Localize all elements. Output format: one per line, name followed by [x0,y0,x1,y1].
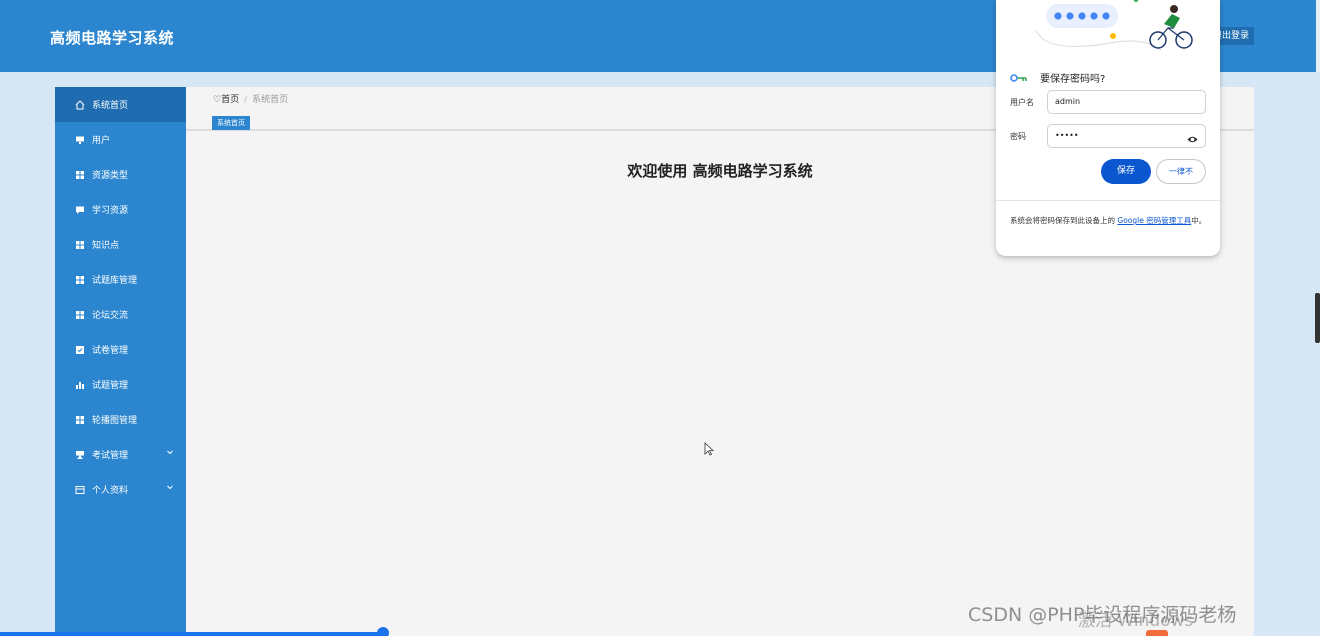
sidebar-item-label: 试题库管理 [92,276,138,286]
password-field[interactable]: ••••• [1047,124,1206,148]
header-edge [1316,0,1320,72]
sidebar-item-resource-types[interactable]: 资源类型 [55,157,186,192]
never-button[interactable]: 一律不 [1156,159,1206,184]
sidebar-item-label: 知识点 [92,241,120,251]
sidebar-item-label: 考试管理 [92,451,129,461]
dialog-footnote: 系统会将密码保存到此设备上的 Google 密码管理工具中。 [1010,214,1208,228]
chat-icon [75,205,85,215]
sidebar-item-forum[interactable]: 论坛交流 [55,297,186,332]
progress-handle[interactable] [377,627,389,636]
username-label: 用户名 [1010,98,1034,107]
taskbar-app-indicator [1146,630,1168,636]
monitor-icon [75,135,85,145]
grid-icon [75,415,85,425]
grid-icon [75,170,85,180]
card-icon [75,485,85,495]
sidebar-item-carousel[interactable]: 轮播图管理 [55,402,186,437]
cyclist-illustration [1035,0,1193,51]
sidebar-item-label: 试题管理 [92,381,129,391]
dialog-header: 要保存密码吗? [1010,68,1105,87]
sidebar-item-label: 个人资料 [92,486,129,496]
sidebar-item-label: 系统首页 [92,101,129,111]
mouse-cursor-icon [704,441,715,460]
sidebar-item-learning-resources[interactable]: 学习资源 [55,192,186,227]
sidebar-item-exams[interactable]: 考试管理 [55,437,186,472]
sidebar-item-label: 论坛交流 [92,311,129,321]
heart-icon: ♡ [213,95,222,105]
dialog-divider [996,200,1220,201]
sidebar-item-label: 资源类型 [92,171,129,181]
sidebar: 系统首页 用户 资源类型 学习资源 知识点 试题库管理 论坛交流 试卷管理 试题… [55,87,186,636]
sidebar-item-question-bank[interactable]: 试题库管理 [55,262,186,297]
password-label: 密码 [1010,132,1026,141]
sidebar-item-questions[interactable]: 试题管理 [55,367,186,402]
breadcrumb: ♡首页 / 系统首页 [213,92,288,105]
scrollbar-thumb[interactable] [1315,293,1320,343]
sidebar-item-label: 学习资源 [92,206,129,216]
sidebar-item-knowledge-points[interactable]: 知识点 [55,227,186,262]
breadcrumb-current: 系统首页 [252,95,289,105]
sidebar-item-label: 轮播图管理 [92,416,138,426]
cup-icon [75,450,85,460]
username-field[interactable]: admin [1047,90,1206,114]
save-button[interactable]: 保存 [1101,159,1151,184]
sidebar-item-label: 试卷管理 [92,346,129,356]
progress-bar [0,632,383,636]
key-icon [1010,68,1028,87]
dialog-title: 要保存密码吗? [1040,74,1106,85]
footnote-suffix: 中。 [1191,216,1207,225]
save-password-dialog: 要保存密码吗? 用户名 admin 密码 ••••• 保存 一律不 系统会将密码… [996,0,1220,256]
breadcrumb-separator: / [244,95,248,105]
sidebar-item-papers[interactable]: 试卷管理 [55,332,186,367]
grid-icon [75,275,85,285]
home-icon [75,99,85,110]
password-manager-link[interactable]: Google 密码管理工具 [1117,216,1191,225]
grid-icon [75,240,85,250]
grid-icon [75,310,85,320]
username-value: admin [1055,97,1081,106]
footnote-prefix: 系统会将密码保存到此设备上的 [1010,216,1115,225]
sidebar-item-label: 用户 [92,136,111,146]
csdn-watermark: CSDN @PHP毕设程序源码老杨 [968,604,1237,626]
right-margin [1254,87,1316,636]
bar-chart-icon [75,380,85,390]
eye-icon[interactable] [1187,131,1198,153]
system-title: 高频电路学习系统 [50,29,175,47]
sidebar-item-users[interactable]: 用户 [55,122,186,157]
chevron-down-icon [166,448,174,458]
tab-home[interactable]: 系统首页 [212,116,250,130]
checkbox-icon [75,345,85,355]
chevron-down-icon [166,483,174,493]
sidebar-item-home[interactable]: 系统首页 [55,87,186,122]
sidebar-item-profile[interactable]: 个人资料 [55,472,186,507]
password-value: ••••• [1055,131,1079,140]
breadcrumb-home[interactable]: 首页 [221,95,239,105]
